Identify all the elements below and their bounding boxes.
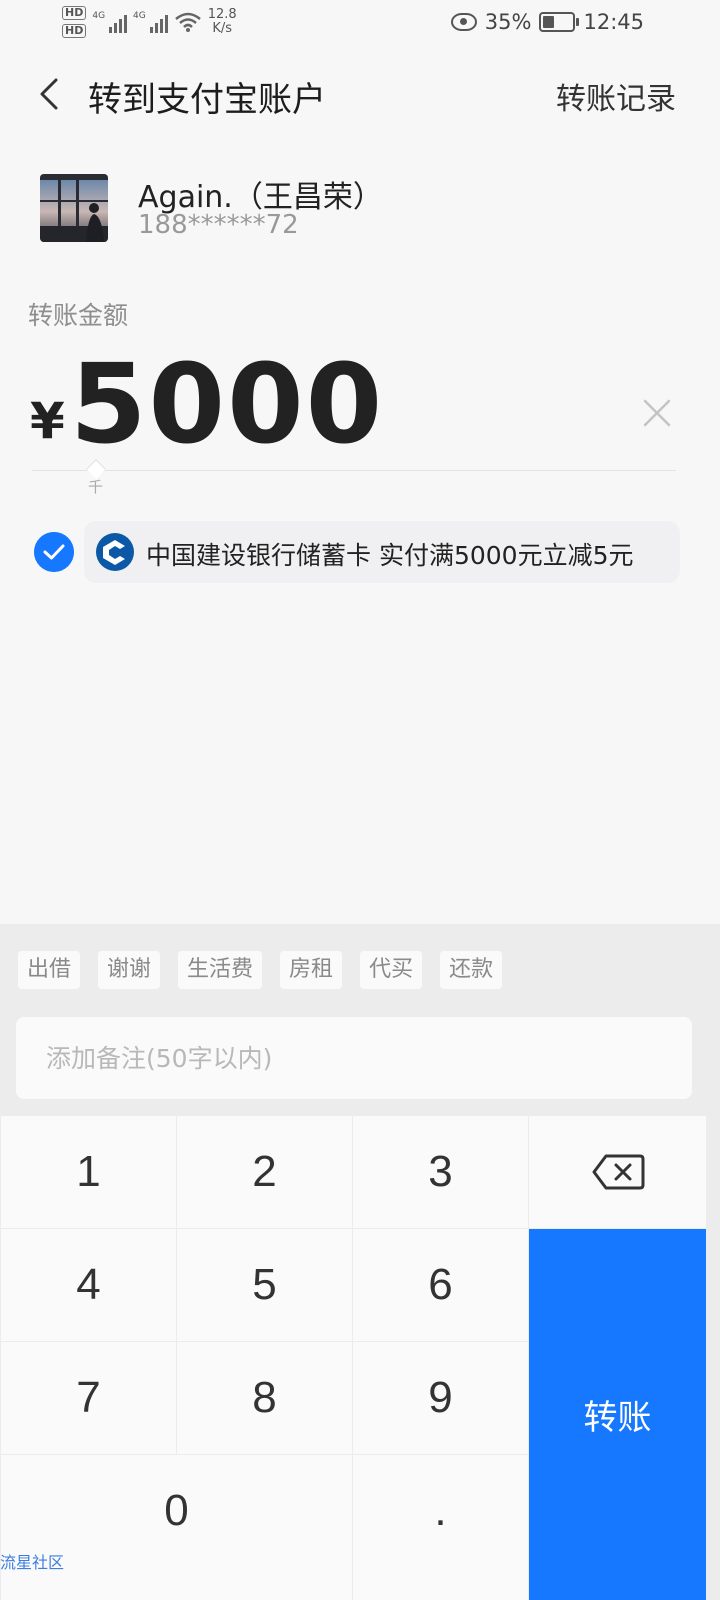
memo-chip[interactable]: 还款 [440, 951, 503, 989]
net-speed-value: 12.8 [207, 7, 237, 22]
signal-label-1: 4G [92, 11, 106, 21]
clock: 12:45 [583, 10, 644, 34]
backspace-icon [592, 1154, 644, 1190]
key-5[interactable]: 5 [177, 1229, 352, 1341]
key-2[interactable]: 2 [177, 1116, 352, 1228]
key-7[interactable]: 7 [1, 1342, 176, 1454]
key-6[interactable]: 6 [353, 1229, 528, 1341]
key-0[interactable]: 0 [1, 1455, 352, 1600]
wifi-icon [174, 12, 201, 32]
currency-symbol: ¥ [30, 392, 65, 450]
amount-input[interactable]: 5000 [70, 340, 384, 468]
eye-comfort-icon [450, 13, 477, 31]
amount-label: 转账金额 [28, 301, 129, 330]
signal-icon-2: 4G [133, 11, 168, 33]
memo-chip[interactable]: 谢谢 [98, 951, 161, 989]
network-speed: 12.8 K/s [208, 8, 237, 36]
back-arrow-icon[interactable] [34, 74, 74, 114]
avatar [40, 174, 108, 242]
memo-chip[interactable]: 代买 [360, 951, 423, 989]
memo-chip[interactable]: 出借 [18, 951, 81, 989]
amount-divider [32, 470, 676, 471]
transfer-history-link[interactable]: 转账记录 [556, 74, 676, 118]
key-1[interactable]: 1 [1, 1116, 176, 1228]
signal-icon-1: 4G [92, 11, 128, 33]
key-8[interactable]: 8 [177, 1342, 352, 1454]
status-bar: HD HD 4G 4G 12.8 K/s 35% 12:45 [0, 0, 720, 48]
payment-method-selector[interactable]: 中国建设银行储蓄卡 实付满5000元立减5元 [84, 521, 680, 583]
hd-badge-2: HD [62, 24, 87, 38]
transfer-button[interactable]: 转账 [529, 1229, 706, 1600]
memo-quick-chips: 出借 谢谢 生活费 房租 代买 还款 [18, 951, 503, 989]
checkmark-icon[interactable] [34, 532, 74, 572]
clear-amount-icon[interactable] [640, 396, 674, 430]
net-speed-unit: K/s [212, 21, 233, 36]
memo-input[interactable] [16, 1017, 692, 1099]
signal-label-2: 4G [133, 11, 146, 21]
key-3[interactable]: 3 [353, 1116, 528, 1228]
battery-icon [539, 12, 580, 32]
page-title: 转到支付宝账户 [88, 80, 326, 120]
memo-chip[interactable]: 房租 [280, 951, 343, 989]
key-4[interactable]: 4 [1, 1229, 176, 1341]
numeric-keypad: 1 2 3 4 5 6 7 8 9 0 . 转账 [0, 1115, 706, 1600]
recipient-phone: 188******72 [138, 210, 299, 240]
payment-method-label: 中国建设银行储蓄卡 实付满5000元立减5元 [146, 541, 634, 570]
network-indicators: HD HD 4G 4G 12.8 K/s [62, 6, 237, 38]
key-9[interactable]: 9 [353, 1342, 528, 1454]
battery-percent: 35% [484, 10, 532, 34]
recipient-card: Again.（王昌荣） 188******72 [40, 172, 680, 252]
delete-key[interactable] [529, 1116, 706, 1228]
watermark: 流星社区 [0, 1553, 65, 1572]
system-indicators: 35% 12:45 [450, 10, 644, 34]
ccb-bank-logo-icon [96, 533, 134, 571]
header: 转到支付宝账户 转账记录 [0, 48, 720, 142]
key-decimal[interactable]: . [353, 1455, 528, 1600]
amount-unit-hint: 千 [88, 478, 104, 496]
memo-chip[interactable]: 生活费 [178, 951, 263, 989]
hd-badge-1: HD [62, 6, 87, 20]
